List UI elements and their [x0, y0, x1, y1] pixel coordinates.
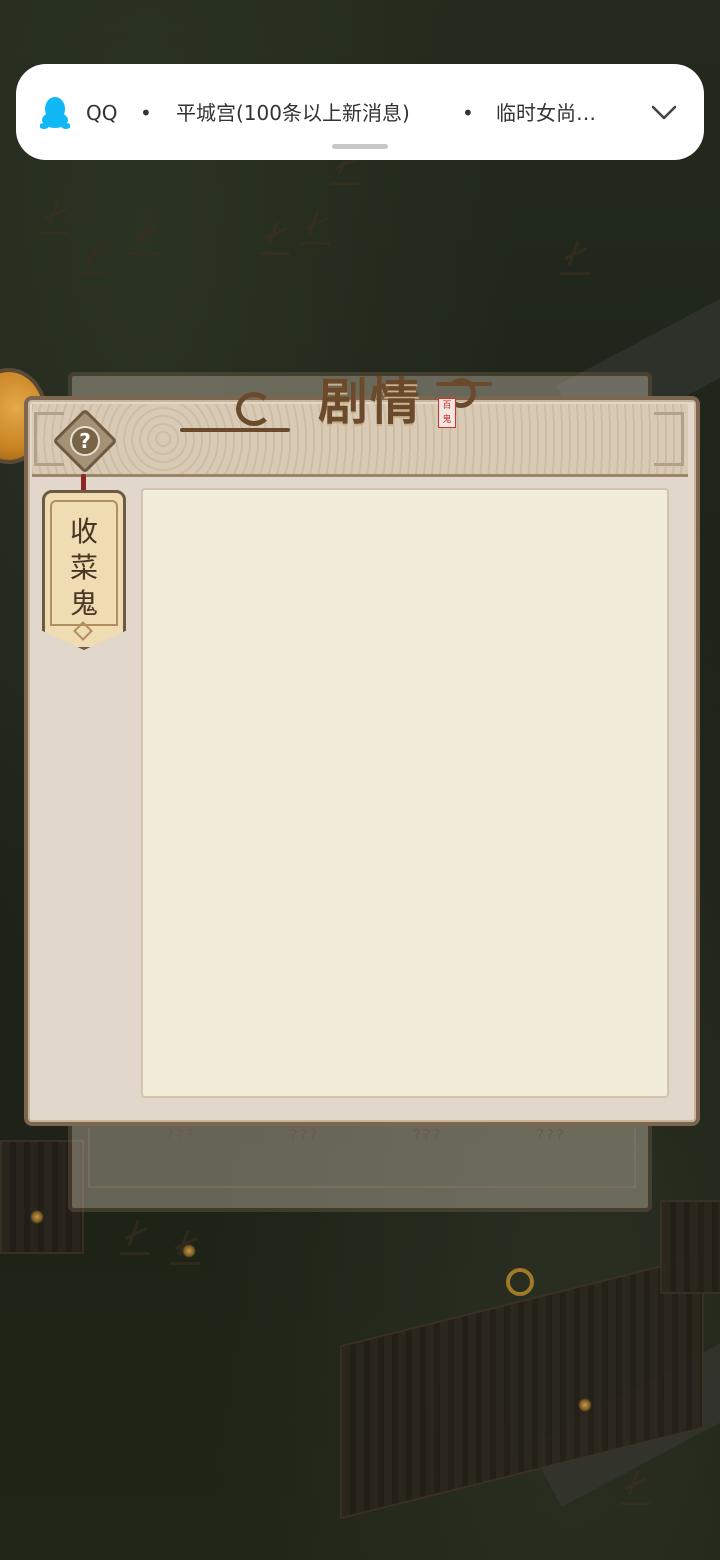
notification-message: 临时女尚…: [496, 101, 596, 125]
background-tree: [40, 210, 70, 235]
background-slot-label: ???: [412, 1126, 443, 1144]
title-curl-ornament: [236, 392, 272, 426]
story-tab-label[interactable]: 收 菜 鬼: [52, 514, 116, 622]
background-slot-label: ???: [289, 1126, 320, 1144]
story-tab-char: 鬼: [69, 587, 98, 620]
background-slot-row: ??? ??? ??? ???: [166, 1126, 566, 1144]
background-tree: [260, 230, 290, 255]
background-lantern: [578, 1398, 592, 1412]
notification-drag-handle[interactable]: [332, 144, 388, 149]
title-swirl-ornament: [180, 428, 290, 432]
notification-title: 平城宫(100条以上新消息): [176, 101, 410, 125]
story-content-area[interactable]: [141, 488, 669, 1098]
background-tree: [120, 1230, 150, 1255]
background-lantern: [30, 1210, 44, 1224]
question-mark-icon[interactable]: ?: [70, 426, 100, 456]
notification-app-name: QQ: [86, 101, 118, 125]
notification-separator: •: [462, 101, 474, 125]
background-tree: [130, 230, 160, 255]
qq-penguin-icon: [40, 97, 70, 129]
background-tree: [300, 220, 330, 245]
background-tree: [80, 250, 110, 275]
story-tab-char: 菜: [69, 551, 98, 584]
background-slot-label: ???: [536, 1126, 566, 1144]
story-dialog-title: 剧情: [318, 372, 422, 431]
background-tree: [560, 250, 590, 275]
background-tree: [330, 160, 360, 185]
background-lantern: [182, 1244, 196, 1258]
chevron-down-icon[interactable]: [650, 101, 678, 125]
background-tree: [620, 1480, 650, 1505]
background-slot-label: ???: [166, 1126, 196, 1144]
story-tab-char: 收: [69, 515, 98, 548]
map-marker-ring[interactable]: [506, 1268, 534, 1296]
background-building: [660, 1200, 720, 1294]
notification-separator: •: [140, 101, 152, 125]
title-seal-stamp: 百鬼: [438, 398, 456, 428]
header-corner-ornament: [654, 412, 684, 466]
